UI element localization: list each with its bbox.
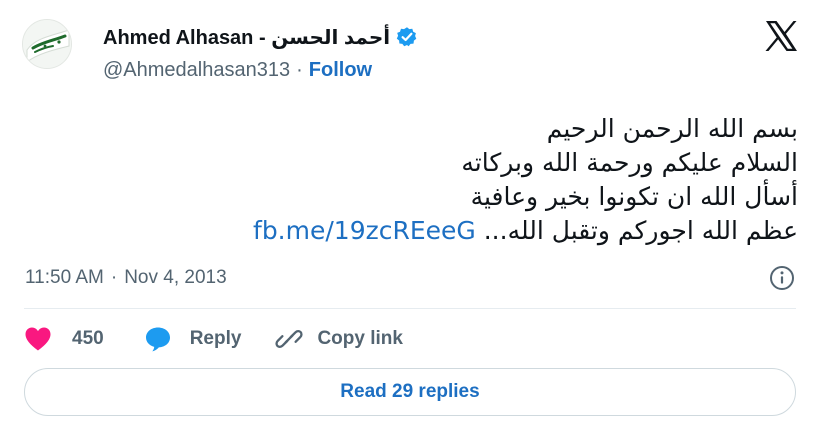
tweet-embed-card: Ahmed Alhasan - أحمد الحسن @Ahmedalhasan… [0, 0, 818, 435]
tweet-date: Nov 4, 2013 [124, 267, 227, 288]
tweet-last-line: عظم الله اجوركم وتقبل الله... fb.me/19zc… [158, 214, 798, 248]
author-display-name[interactable]: Ahmed Alhasan - أحمد الحسن [103, 25, 390, 50]
author-handle-row: @Ahmedalhasan313 · Follow [103, 57, 372, 83]
tweet-line: أسأل الله ان تكونوا بخير وعافية [470, 182, 798, 211]
tweet-line: بسم الله الرحمن الرحيم [546, 114, 798, 143]
avatar[interactable] [22, 19, 72, 69]
verified-badge-icon [396, 26, 418, 48]
like-button[interactable]: 450 [24, 326, 104, 352]
tweet-time: 11:50 AM [25, 267, 104, 288]
timestamp-separator: · [110, 267, 118, 288]
author-handle[interactable]: @Ahmedalhasan313 [103, 59, 290, 82]
author-name-row: Ahmed Alhasan - أحمد الحسن [103, 23, 418, 51]
follow-button[interactable]: Follow [309, 59, 372, 82]
copy-link-label: Copy link [317, 328, 403, 349]
info-icon[interactable] [768, 264, 796, 292]
read-replies-button[interactable]: Read 29 replies [24, 368, 796, 416]
avatar-flag-image [23, 20, 71, 68]
link-icon [275, 325, 304, 353]
reply-bubble-icon [144, 325, 172, 353]
read-replies-label: Read 29 replies [340, 381, 480, 402]
tweet-text: بسم الله الرحمن الرحيم السلام عليكم ورحم… [158, 112, 798, 248]
heart-icon [24, 326, 52, 352]
reply-button[interactable]: Reply [144, 325, 242, 353]
tweet-line-text: عظم الله اجوركم وتقبل الله... [483, 216, 798, 245]
tweet-timestamp[interactable]: 11:50 AM · Nov 4, 2013 [25, 264, 227, 292]
tweet-link[interactable]: fb.me/19zcREeeG [253, 216, 476, 245]
handle-separator: · [296, 58, 303, 81]
divider [24, 308, 796, 309]
action-bar: 450 Reply Copy link [24, 322, 403, 356]
x-logo-icon[interactable] [764, 20, 798, 52]
copy-link-button[interactable]: Copy link [275, 325, 403, 353]
tweet-line: السلام عليكم ورحمة الله وبركاته [461, 148, 798, 177]
like-count: 450 [72, 328, 104, 349]
reply-label: Reply [189, 328, 242, 349]
